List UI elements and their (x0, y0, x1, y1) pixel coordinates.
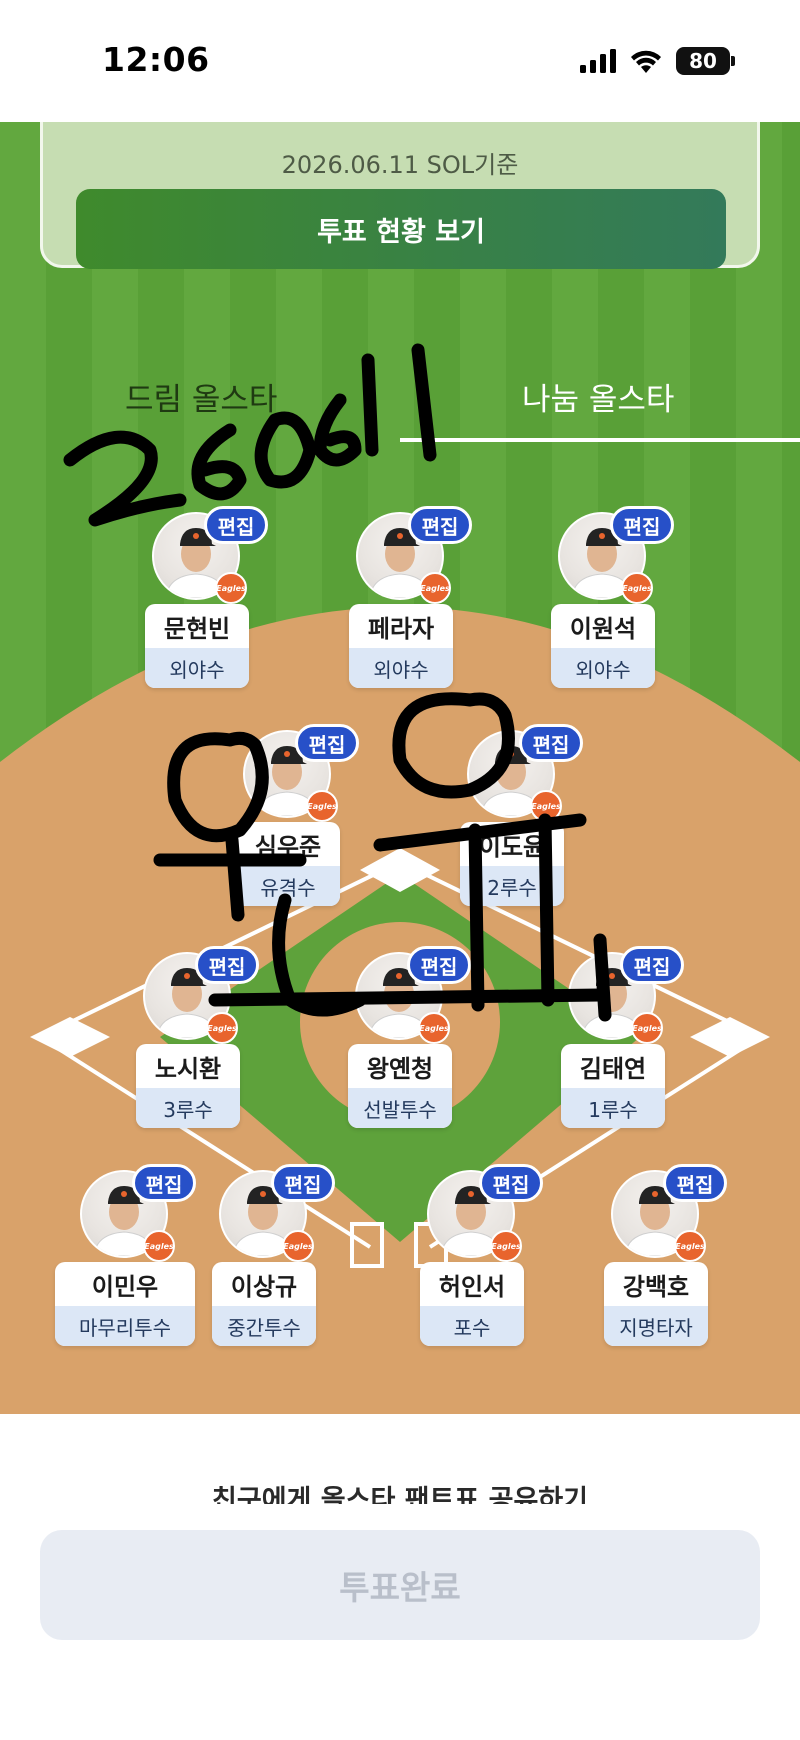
player-position: 2루수 (460, 866, 564, 906)
team-logo-icon: Eagles (215, 572, 247, 604)
edit-button[interactable]: 편집 (408, 506, 472, 544)
player-name: 김태연 (579, 1054, 647, 1083)
team-logo-icon: Eagles (143, 1230, 175, 1262)
status-time: 12:06 (102, 40, 210, 79)
player-slot[interactable]: 편집 Eagles 강백호 지명타자 (586, 1164, 727, 1360)
player-card: 페라자 외야수 (349, 604, 453, 688)
tab-selected-indicator (400, 438, 800, 442)
edit-button[interactable]: 편집 (663, 1164, 727, 1202)
edit-button[interactable]: 편집 (519, 724, 583, 762)
player-name: 심우준 (254, 832, 322, 861)
signal-icon (580, 49, 616, 73)
date-text: 2026.06.11 SOL기준 (281, 151, 519, 179)
edit-button[interactable]: 편집 (271, 1164, 335, 1202)
player-position: 1루수 (561, 1088, 665, 1128)
player-name: 허인서 (438, 1272, 506, 1301)
player-card: 이도윤 2루수 (460, 822, 564, 906)
player-card: 이민우 마무리투수 (55, 1262, 195, 1346)
vote-done-button[interactable]: 투표완료 (40, 1530, 760, 1640)
player-name: 페라자 (367, 614, 435, 643)
player-slot[interactable]: 편집 Eagles 페라자 외야수 (331, 506, 472, 702)
team-logo-icon: Eagles (631, 1012, 663, 1044)
player-slot[interactable]: 편집 Eagles 이상규 중간투수 (194, 1164, 335, 1360)
edit-button[interactable]: 편집 (407, 946, 471, 984)
player-card: 심우준 유격수 (236, 822, 340, 906)
player-card: 김태연 1루수 (561, 1044, 665, 1128)
team-logo-icon: Eagles (418, 1012, 450, 1044)
player-card: 노시환 3루수 (136, 1044, 240, 1128)
player-position: 지명타자 (604, 1306, 708, 1346)
status-bar: 12:06 80 (0, 0, 800, 122)
team-logo-icon: Eagles (419, 572, 451, 604)
player-card: 왕옌청 선발투수 (348, 1044, 452, 1128)
player-position: 외야수 (551, 648, 655, 688)
player-position: 마무리투수 (55, 1306, 195, 1346)
tab-dream-allstar[interactable]: 드림 올스타 (125, 374, 277, 419)
player-position: 외야수 (349, 648, 453, 688)
player-position: 3루수 (136, 1088, 240, 1128)
player-position: 유격수 (236, 866, 340, 906)
tab-nanum-allstar[interactable]: 나눔 올스타 (522, 374, 674, 419)
player-position: 포수 (420, 1306, 524, 1346)
baseball-field: 2026.06.11 SOL기준 투표 현황 보기 드림 올스타 나눔 올스타 … (0, 122, 800, 1414)
player-name: 문현빈 (163, 614, 231, 643)
team-logo-icon: Eagles (621, 572, 653, 604)
player-name: 왕옌청 (366, 1054, 434, 1083)
vote-date-card: 2026.06.11 SOL기준 투표 현황 보기 (40, 122, 760, 269)
battery-icon: 80 (676, 47, 735, 75)
player-position: 중간투수 (212, 1306, 316, 1346)
player-name: 이원석 (569, 614, 637, 643)
player-name: 노시환 (154, 1054, 222, 1083)
share-link[interactable]: 친구에게 올스타 팬트표 공유하기 (0, 1478, 800, 1504)
edit-button[interactable]: 편집 (620, 946, 684, 984)
player-slot[interactable]: 편집 Eagles 이민우 마무리투수 (55, 1164, 196, 1360)
team-logo-icon: Eagles (306, 790, 338, 822)
vote-status-button[interactable]: 투표 현황 보기 (76, 189, 726, 269)
player-name: 이민우 (91, 1272, 159, 1301)
wifi-icon (631, 50, 661, 73)
player-name: 강백호 (622, 1272, 690, 1301)
player-card: 이상규 중간투수 (212, 1262, 316, 1346)
team-logo-icon: Eagles (530, 790, 562, 822)
player-card: 이원석 외야수 (551, 604, 655, 688)
status-icons: 80 (580, 44, 735, 78)
player-name: 이도윤 (478, 832, 546, 861)
edit-button[interactable]: 편집 (195, 946, 259, 984)
player-slot[interactable]: 편집 Eagles 심우준 유격수 (218, 724, 359, 920)
player-slot[interactable]: 편집 Eagles 김태연 1루수 (543, 946, 684, 1142)
player-card: 강백호 지명타자 (604, 1262, 708, 1346)
player-slot[interactable]: 편집 Eagles 노시환 3루수 (118, 946, 259, 1142)
player-position: 외야수 (145, 648, 249, 688)
battery-level: 80 (689, 49, 717, 73)
player-slot[interactable]: 편집 Eagles 허인서 포수 (402, 1164, 543, 1360)
player-card: 문현빈 외야수 (145, 604, 249, 688)
player-name: 이상규 (230, 1272, 298, 1301)
player-card: 허인서 포수 (420, 1262, 524, 1346)
edit-button[interactable]: 편집 (132, 1164, 196, 1202)
team-logo-icon: Eagles (206, 1012, 238, 1044)
edit-button[interactable]: 편집 (295, 724, 359, 762)
edit-button[interactable]: 편집 (479, 1164, 543, 1202)
team-logo-icon: Eagles (674, 1230, 706, 1262)
player-position: 선발투수 (348, 1088, 452, 1128)
edit-button[interactable]: 편집 (610, 506, 674, 544)
player-slot[interactable]: 편집 Eagles 왕옌청 선발투수 (330, 946, 471, 1142)
player-slot[interactable]: 편집 Eagles 문현빈 외야수 (127, 506, 268, 702)
edit-button[interactable]: 편집 (204, 506, 268, 544)
team-logo-icon: Eagles (282, 1230, 314, 1262)
player-slot[interactable]: 편집 Eagles 이도윤 2루수 (442, 724, 583, 920)
player-slot[interactable]: 편집 Eagles 이원석 외야수 (533, 506, 674, 702)
team-logo-icon: Eagles (490, 1230, 522, 1262)
